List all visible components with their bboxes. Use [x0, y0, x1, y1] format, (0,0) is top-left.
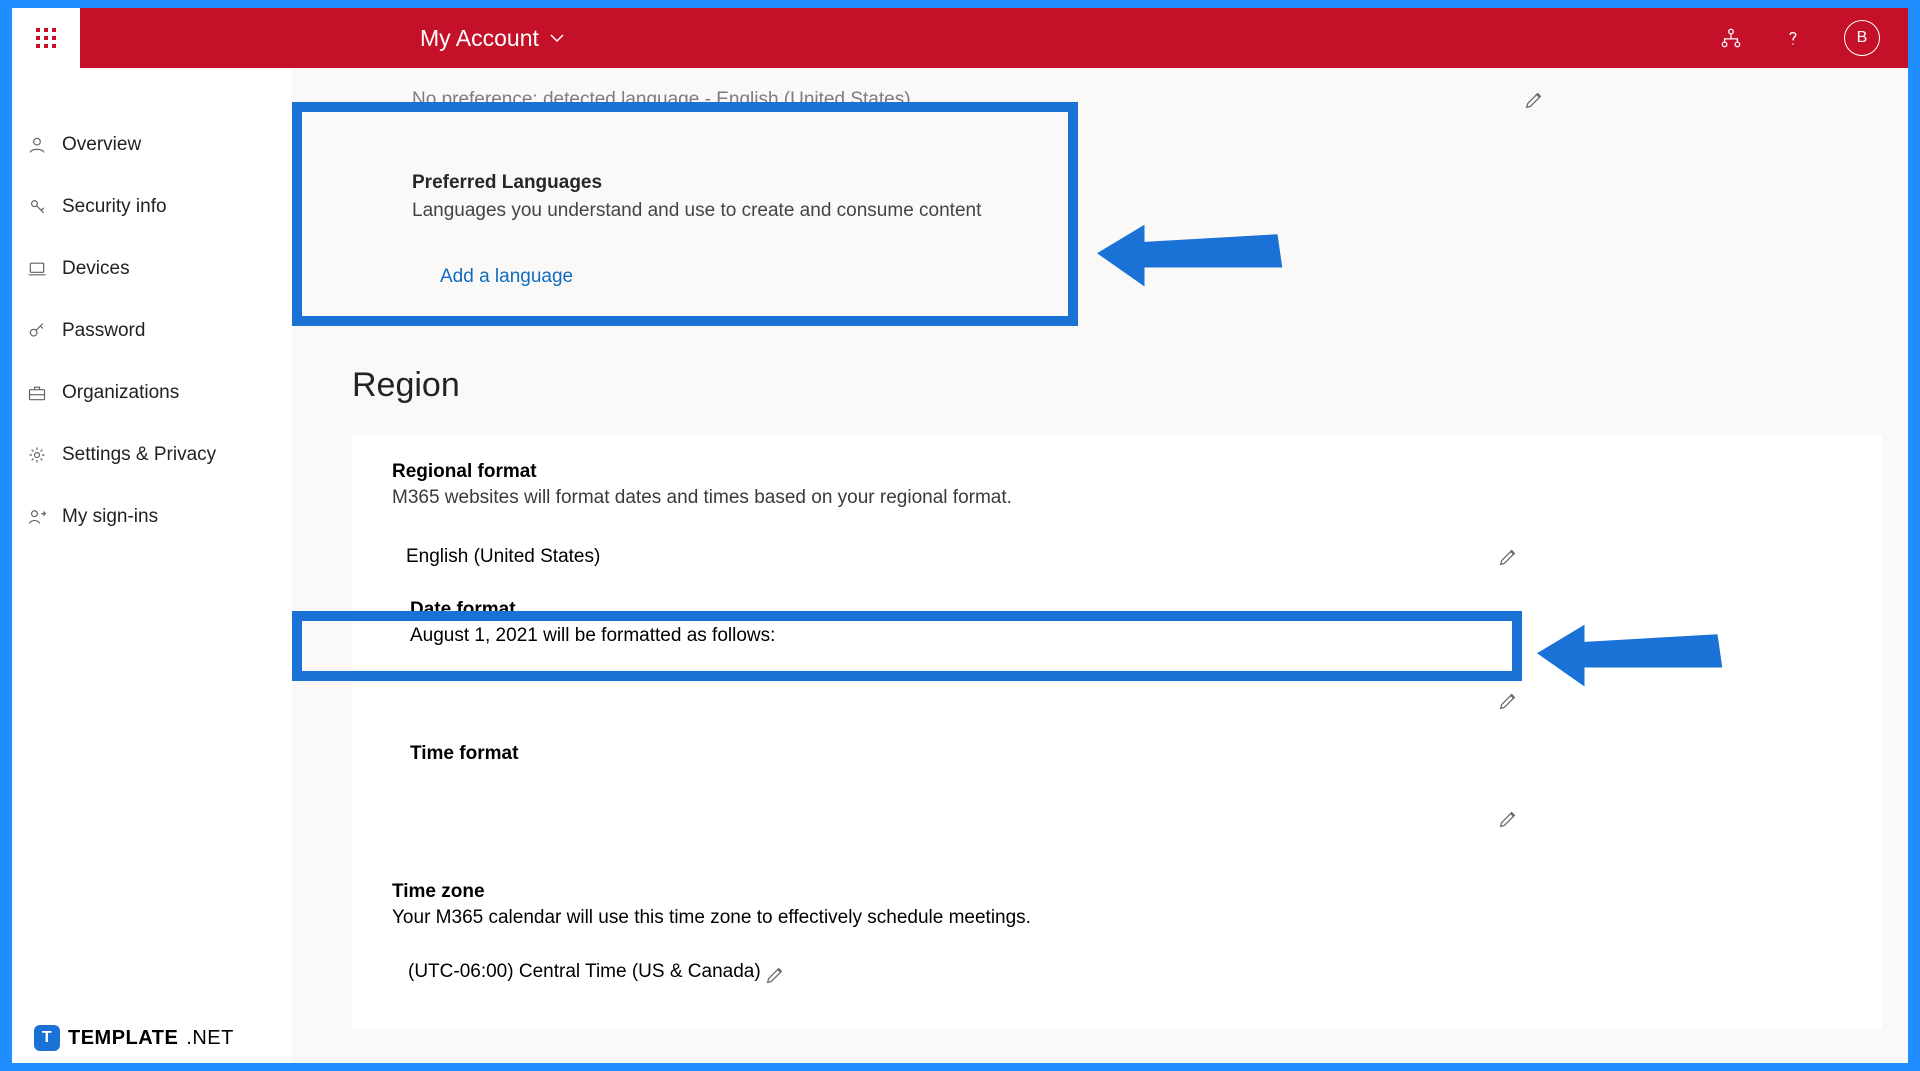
template-net-watermark: T TEMPLATE .NET [34, 1025, 234, 1051]
sidebar-item-overview[interactable]: Overview [12, 114, 292, 176]
time-zone-row: (UTC-06:00) Central Time (US & Canada) [392, 961, 1842, 989]
sidebar: Overview Security info Devices Password … [12, 68, 292, 1063]
regional-format-value-row: English (United States) [392, 543, 1842, 571]
annotation-arrow-2 [1537, 613, 1727, 703]
pencil-icon [1497, 690, 1519, 712]
app-launcher-button[interactable] [12, 8, 80, 68]
edit-regional-format-button[interactable] [1494, 543, 1522, 571]
help-button[interactable] [1782, 27, 1804, 49]
help-icon [1782, 27, 1804, 49]
laptop-icon [26, 258, 48, 280]
time-zone-desc: Your M365 calendar will use this time zo… [392, 907, 1842, 929]
region-section-title: Region [352, 366, 1848, 405]
regional-format-value: English (United States) [406, 546, 600, 568]
sidebar-item-label: Organizations [62, 382, 179, 404]
avatar-initial: B [1857, 29, 1868, 47]
edit-display-language-button[interactable] [1520, 86, 1548, 114]
sidebar-item-password[interactable]: Password [12, 300, 292, 362]
pencil-icon [764, 964, 786, 986]
pencil-icon [1497, 808, 1519, 830]
pencil-icon [1523, 89, 1545, 111]
sidebar-item-organizations[interactable]: Organizations [12, 362, 292, 424]
app-frame: My Account B Overview Security info [12, 8, 1908, 1063]
topbar-left: My Account [12, 8, 565, 68]
person-icon [26, 134, 48, 156]
security-icon [26, 196, 48, 218]
sidebar-item-my-signins[interactable]: My sign-ins [12, 486, 292, 548]
account-dropdown[interactable]: My Account [420, 25, 565, 52]
time-format-block: Time format [410, 743, 1842, 833]
time-zone-value: (UTC-06:00) Central Time (US & Canada) [408, 961, 761, 989]
sitemap-icon [1720, 27, 1742, 49]
preferred-languages-title: Preferred Languages [412, 172, 1848, 194]
regional-format-title: Regional format [392, 461, 1842, 483]
watermark-light: .NET [186, 1027, 234, 1050]
watermark-bold: TEMPLATE [68, 1027, 178, 1050]
detected-language-text: No preference: detected language - Engli… [412, 89, 911, 111]
sidebar-item-label: Security info [62, 196, 167, 218]
sidebar-item-label: Settings & Privacy [62, 444, 216, 466]
gear-icon [26, 444, 48, 466]
waffle-icon [36, 28, 56, 48]
sidebar-item-label: Password [62, 320, 145, 342]
user-avatar[interactable]: B [1844, 20, 1880, 56]
briefcase-icon [26, 382, 48, 404]
time-zone-title: Time zone [392, 881, 1842, 903]
region-card: Regional format M365 websites will forma… [352, 435, 1882, 1029]
time-zone-block: Time zone Your M365 calendar will use th… [392, 881, 1842, 989]
top-bar: My Account B [12, 8, 1908, 68]
edit-time-zone-button[interactable] [761, 961, 789, 989]
main-content: No preference: detected language - Engli… [292, 68, 1908, 1063]
sidebar-item-security-info[interactable]: Security info [12, 176, 292, 238]
detected-language-row: No preference: detected language - Engli… [352, 68, 1848, 114]
topbar-right: B [1720, 20, 1908, 56]
edit-time-format-button[interactable] [1494, 805, 1522, 833]
sidebar-item-devices[interactable]: Devices [12, 238, 292, 300]
annotation-arrow-1 [1097, 213, 1287, 303]
watermark-badge: T [34, 1025, 60, 1051]
sidebar-item-label: My sign-ins [62, 506, 158, 528]
chevron-down-icon [549, 30, 565, 46]
time-format-title: Time format [410, 743, 1842, 765]
sidebar-item-label: Overview [62, 134, 141, 156]
org-icon-button[interactable] [1720, 27, 1742, 49]
regional-format-desc: M365 websites will format dates and time… [392, 487, 1842, 509]
sidebar-item-settings-privacy[interactable]: Settings & Privacy [12, 424, 292, 486]
account-label: My Account [420, 25, 539, 52]
key-icon [26, 320, 48, 342]
edit-date-format-button[interactable] [1494, 687, 1522, 715]
pencil-icon [1497, 546, 1519, 568]
sidebar-item-label: Devices [62, 258, 130, 280]
signin-icon [26, 506, 48, 528]
